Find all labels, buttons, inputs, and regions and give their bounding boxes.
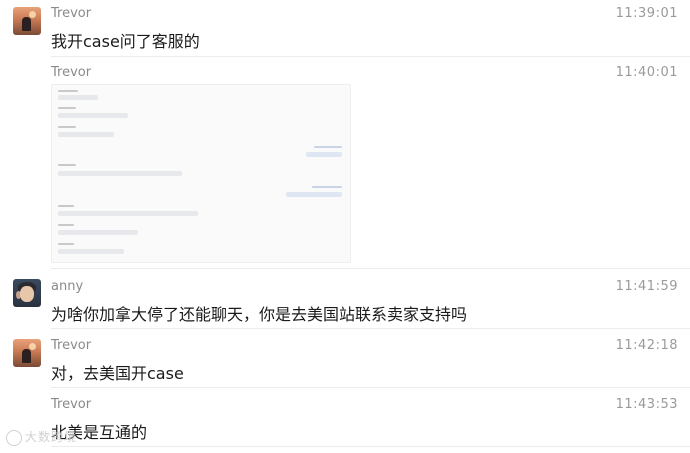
- thumb-line: [314, 146, 342, 148]
- sun-icon: [29, 343, 36, 350]
- screenshot-image[interactable]: [51, 84, 351, 263]
- message-item: Trevor 11:39:01 我开case问了客服的: [0, 0, 690, 58]
- thumb-bubble: [58, 211, 198, 216]
- thumb-line: [312, 186, 342, 188]
- avatar-anny[interactable]: [13, 279, 41, 307]
- person-silhouette-icon: [22, 17, 31, 31]
- watermark-text: 大数跨境: [25, 430, 78, 444]
- thumb-bubble: [286, 192, 342, 197]
- thumb-line: [58, 90, 78, 92]
- thumb-bubble: [58, 113, 128, 118]
- divider: [51, 387, 690, 388]
- thumb-line: [58, 224, 74, 226]
- thumb-line: [58, 126, 76, 128]
- message-time: 11:39:01: [615, 6, 678, 21]
- sender-name[interactable]: anny: [51, 279, 83, 294]
- avatar-trevor[interactable]: [13, 339, 41, 367]
- divider: [51, 56, 690, 57]
- message-time: 11:42:18: [615, 338, 678, 353]
- thumb-bubble: [58, 132, 114, 137]
- sender-name[interactable]: Trevor: [51, 65, 91, 80]
- message-text: 对，去美国开case: [51, 364, 184, 383]
- logo-icon: [6, 429, 22, 446]
- message-text: 为啥你加拿大停了还能聊天，你是去美国站联系卖家支持吗: [51, 305, 468, 324]
- thumb-bubble: [58, 95, 98, 100]
- thumb-bubble: [58, 171, 182, 176]
- divider: [51, 328, 690, 329]
- message-item: Trevor 11:43:53 北美是互通的: [0, 389, 690, 453]
- sender-name[interactable]: Trevor: [51, 397, 91, 412]
- message-time: 11:43:53: [615, 397, 678, 412]
- sun-icon: [29, 11, 36, 18]
- sender-name[interactable]: Trevor: [51, 338, 91, 353]
- message-item: anny 11:41:59 为啥你加拿大停了还能聊天，你是去美国站联系卖家支持吗: [0, 270, 690, 330]
- message-time: 11:40:01: [615, 65, 678, 80]
- message-time: 11:41:59: [615, 279, 678, 294]
- thumb-line: [58, 243, 74, 245]
- thumb-bubble: [306, 152, 342, 157]
- person-silhouette-icon: [22, 349, 31, 363]
- sender-name[interactable]: Trevor: [51, 6, 91, 21]
- thumb-bubble: [58, 230, 138, 235]
- divider: [51, 446, 690, 447]
- thumb-line: [58, 205, 74, 207]
- message-text: 我开case问了客服的: [51, 32, 200, 51]
- watermark: 大数跨境: [6, 428, 77, 446]
- avatar-trevor[interactable]: [13, 7, 41, 35]
- message-item: Trevor 11:42:18 对，去美国开case: [0, 330, 690, 388]
- divider: [51, 268, 690, 269]
- face-icon: [20, 286, 34, 302]
- thumb-line: [58, 164, 76, 166]
- thumb-line: [58, 107, 76, 109]
- thumb-bubble: [58, 249, 124, 254]
